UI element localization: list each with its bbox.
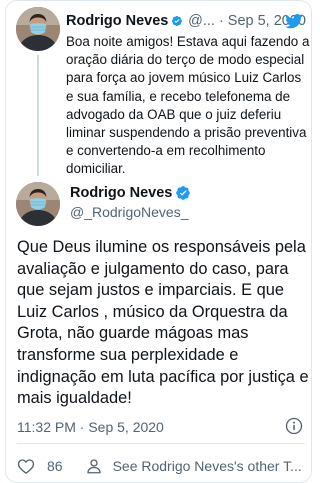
tweet-timestamp[interactable]: 11:32 PM · Sep 5, 2020	[17, 419, 164, 435]
main-avatar[interactable]	[16, 182, 60, 226]
main-author-handle[interactable]: @_RodrigoNeves_	[70, 204, 189, 220]
parent-avatar[interactable]	[16, 7, 60, 51]
info-icon[interactable]	[285, 417, 303, 435]
verified-badge-icon	[172, 15, 183, 27]
divider	[17, 443, 305, 444]
see-other-tweets-link[interactable]: See Rodrigo Neves's other T...	[113, 458, 302, 474]
parent-tweet-text: Boa noite amigos! Estava aqui fazendo a …	[66, 34, 310, 177]
separator-dot: ·	[218, 13, 224, 29]
twitter-bird-icon[interactable]	[284, 12, 304, 30]
tweet-card: Rodrigo Neves @... · Sep 5, 2020 Boa noi…	[5, 0, 312, 483]
user-icon[interactable]	[85, 457, 103, 475]
parent-author-handle[interactable]: @...	[188, 13, 215, 29]
like-count: 86	[47, 458, 63, 474]
parent-author-name[interactable]: Rodrigo Neves	[66, 13, 168, 29]
verified-badge-icon	[176, 186, 191, 200]
parent-tweet-header: Rodrigo Neves @... · Sep 5, 2020	[66, 12, 306, 30]
tweet-actions: 86 See Rodrigo Neves's other T...	[17, 456, 302, 476]
main-author-row: Rodrigo Neves	[70, 185, 191, 201]
thread-line	[37, 55, 39, 176]
main-tweet-text: Que Deus ilumine os responsáveis pela av…	[17, 238, 309, 408]
heart-icon[interactable]	[17, 457, 35, 475]
main-author-name[interactable]: Rodrigo Neves	[70, 185, 172, 201]
